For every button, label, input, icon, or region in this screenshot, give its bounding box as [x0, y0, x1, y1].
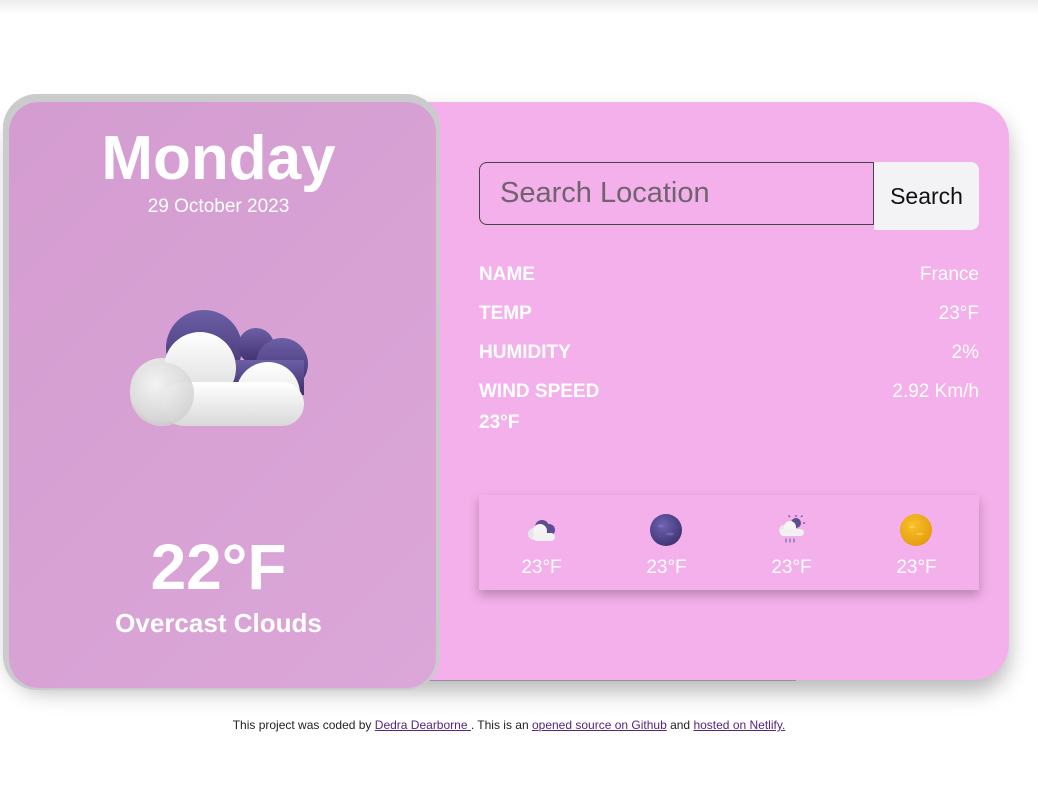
detail-row-name: NAME France [479, 262, 979, 288]
github-source-link[interactable]: opened source on Github [532, 718, 667, 732]
footer-text: This project was coded by [232, 718, 375, 732]
top-shadow [0, 0, 1038, 14]
current-date: 29 October 2023 [147, 196, 290, 217]
netlify-link[interactable]: hosted on Netlify. [693, 718, 785, 732]
feels-like-temperature: 23°F [479, 412, 520, 433]
forecast-item: 23°F [604, 495, 729, 590]
detail-row-humidity: HUMIDITY 2% [479, 340, 979, 366]
cloudy-night-icon [528, 520, 555, 541]
weather-description: Overcast Clouds [115, 608, 322, 638]
detail-label: NAME [479, 264, 535, 285]
day-name: Monday [101, 124, 336, 193]
detail-label: TEMP [479, 303, 532, 324]
detail-row-wind-speed: WIND SPEED 2.92 Km/h [479, 379, 979, 405]
search-button[interactable]: Search [874, 162, 979, 230]
overcast-clouds-icon [130, 310, 308, 426]
forecast-item: 23°F [479, 495, 604, 590]
detail-value: France [919, 264, 979, 285]
forecast-temp: 23°F [521, 557, 562, 578]
detail-value: 2% [951, 342, 979, 363]
search-location-input[interactable] [479, 162, 874, 225]
forecast-item: 23°F [854, 495, 979, 590]
current-temperature: 22°F [150, 531, 287, 603]
detail-value: 23°F [938, 303, 979, 324]
moon-icon [650, 514, 682, 546]
detail-label: HUMIDITY [479, 342, 571, 363]
author-link[interactable]: Dedra Dearborne [375, 718, 471, 732]
forecast-temp: 23°F [896, 557, 937, 578]
forecast-item: 23°F [729, 495, 854, 590]
rain-sun-icon [779, 515, 805, 543]
footer-text: and [666, 718, 694, 732]
detail-row-temp: TEMP 23°F [479, 301, 979, 327]
detail-label: WIND SPEED [479, 381, 600, 402]
detail-value: 2.92 Km/h [892, 381, 979, 402]
forecast-strip: 23°F 23°F 23°F 23°F [479, 495, 979, 590]
footer: This project was coded by Dedra Dearborn… [0, 717, 1018, 733]
forecast-temp: 23°F [646, 557, 687, 578]
sun-icon [900, 514, 932, 546]
footer-text: . This is an [470, 718, 532, 732]
forecast-temp: 23°F [771, 557, 812, 578]
